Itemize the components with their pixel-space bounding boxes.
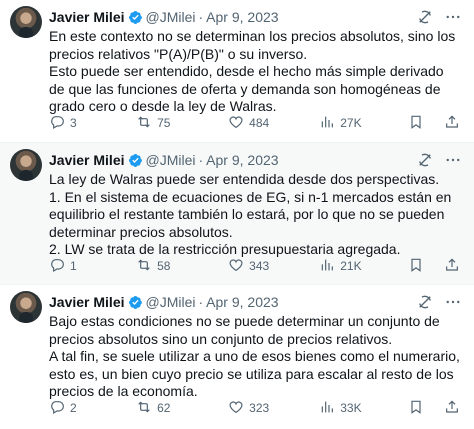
retweet-count: 75 (157, 116, 171, 130)
more-icon[interactable] (444, 8, 462, 26)
author-name[interactable]: Javier Milei (49, 9, 125, 25)
share-icon (444, 114, 460, 133)
retweet-button[interactable]: 58 (136, 256, 228, 276)
tweet-header: Javier Milei @JMilei · Apr 9, 2023 (49, 291, 462, 313)
share-icon (444, 399, 460, 418)
author-handle[interactable]: @JMilei (146, 152, 196, 168)
like-button[interactable]: 323 (228, 398, 319, 418)
action-bar: 2 62 323 33K (49, 398, 462, 418)
bookmark-icon (408, 114, 424, 133)
tweet-paragraph: La ley de Walras puede ser entendida des… (49, 171, 440, 187)
reply-icon (49, 114, 65, 133)
author-handle[interactable]: @JMilei (146, 9, 196, 25)
reply-button[interactable]: 3 (49, 113, 136, 133)
tweet-date[interactable]: Apr 9, 2023 (206, 294, 278, 310)
views-count: 33K (340, 401, 362, 415)
views-icon (319, 399, 335, 418)
bookmark-icon (408, 257, 424, 276)
like-count: 343 (249, 259, 270, 273)
separator: · (198, 294, 204, 310)
share-icon (444, 257, 460, 276)
views-button[interactable]: 27K (319, 113, 396, 133)
separator: · (198, 152, 204, 168)
avatar-column (10, 149, 49, 284)
more-icon[interactable] (444, 293, 462, 311)
retweet-button[interactable]: 75 (136, 113, 228, 133)
like-button[interactable]: 484 (228, 113, 319, 133)
tweet-paragraph: En este contexto no se determinan los pr… (49, 28, 456, 62)
views-icon (319, 257, 335, 276)
tweet-paragraph: Bajo estas condiciones no se puede deter… (49, 313, 440, 347)
like-icon (228, 257, 244, 276)
tweet-date[interactable]: Apr 9, 2023 (206, 9, 278, 25)
retweet-icon (136, 399, 152, 418)
header-icons (416, 293, 462, 311)
author-name[interactable]: Javier Milei (49, 152, 125, 168)
avatar[interactable] (10, 149, 42, 181)
more-icon[interactable] (444, 151, 462, 169)
avatar-column (10, 6, 49, 142)
tweet-date[interactable]: Apr 9, 2023 (206, 152, 278, 168)
tweet[interactable]: Javier Milei @JMilei · Apr 9, 2023 Bajo … (0, 285, 474, 429)
retweet-count: 58 (157, 259, 171, 273)
like-count: 484 (249, 116, 270, 130)
tweet-text: La ley de Walras puede ser entendida des… (49, 171, 462, 259)
reply-count: 1 (70, 259, 77, 273)
bookmark-button[interactable] (408, 113, 432, 133)
reply-button[interactable]: 2 (49, 398, 136, 418)
retweet-icon (136, 257, 152, 276)
like-button[interactable]: 343 (228, 256, 319, 276)
share-button[interactable] (444, 113, 462, 133)
tweet-header: Javier Milei @JMilei · Apr 9, 2023 (49, 149, 462, 171)
reply-count: 3 (70, 116, 77, 130)
tweet[interactable]: Javier Milei @JMilei · Apr 9, 2023 La le… (0, 143, 474, 285)
retweet-count: 62 (157, 401, 171, 415)
tweet-text: En este contexto no se determinan los pr… (49, 28, 462, 116)
like-icon (228, 399, 244, 418)
header-icons (416, 151, 462, 169)
tweet-paragraph: A tal fin, se suele utilizar a uno de es… (49, 348, 460, 399)
like-count: 323 (249, 401, 270, 415)
views-count: 21K (340, 259, 362, 273)
avatar[interactable] (10, 291, 42, 323)
avatar[interactable] (10, 6, 42, 38)
views-count: 27K (340, 116, 362, 130)
like-icon (228, 114, 244, 133)
bookmark-icon (408, 399, 424, 418)
retweet-icon (136, 114, 152, 133)
bookmark-button[interactable] (408, 398, 432, 418)
author-handle[interactable]: @JMilei (146, 294, 196, 310)
header-icons (416, 8, 462, 26)
tweet-paragraph: 1. En el sistema de ecuaciones de EG, si… (49, 188, 452, 240)
action-bar: 3 75 484 27K (49, 113, 462, 133)
reply-icon (49, 399, 65, 418)
tweet[interactable]: Javier Milei @JMilei · Apr 9, 2023 En es… (0, 0, 474, 143)
separator: · (198, 9, 204, 25)
reply-button[interactable]: 1 (49, 256, 136, 276)
tweet-text: Bajo estas condiciones no se puede deter… (49, 313, 462, 401)
verified-badge-icon (128, 153, 143, 168)
tweet-paragraph: Esto puede ser entendido, desde el hecho… (49, 63, 444, 114)
views-button[interactable]: 21K (319, 256, 396, 276)
bookmark-button[interactable] (408, 256, 432, 276)
grok-icon[interactable] (416, 293, 434, 311)
grok-icon[interactable] (416, 8, 434, 26)
action-bar: 1 58 343 21K (49, 256, 462, 276)
share-button[interactable] (444, 256, 462, 276)
author-name[interactable]: Javier Milei (49, 294, 125, 310)
views-button[interactable]: 33K (319, 398, 396, 418)
grok-icon[interactable] (416, 151, 434, 169)
verified-badge-icon (128, 295, 143, 310)
tweet-header: Javier Milei @JMilei · Apr 9, 2023 (49, 6, 462, 28)
reply-count: 2 (70, 401, 77, 415)
verified-badge-icon (128, 10, 143, 25)
views-icon (319, 114, 335, 133)
avatar-column (10, 291, 49, 429)
retweet-button[interactable]: 62 (136, 398, 228, 418)
reply-icon (49, 257, 65, 276)
share-button[interactable] (444, 398, 462, 418)
timeline: Javier Milei @JMilei · Apr 9, 2023 En es… (0, 0, 474, 429)
